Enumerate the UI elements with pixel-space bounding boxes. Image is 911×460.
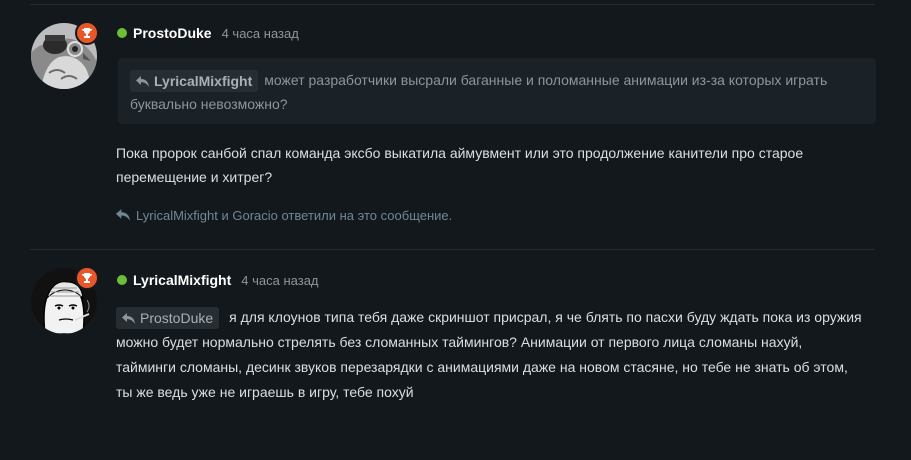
mention-name: ProstoDuke bbox=[140, 310, 214, 327]
post-header: LyricalMixfight 4 часа назад bbox=[117, 272, 319, 288]
quote-author: LyricalMixfight bbox=[154, 73, 253, 90]
mention-link[interactable]: ProstoDuke bbox=[116, 307, 220, 330]
replies-summary[interactable]: LyricalMixfight и Goracio ответили на эт… bbox=[116, 206, 452, 224]
post-lyricalmixfight: LyricalMixfight 4 часа назад ProstoDuke … bbox=[0, 250, 911, 460]
trophy-badge-icon bbox=[75, 21, 99, 45]
online-status-icon bbox=[117, 275, 127, 285]
reply-arrow-icon bbox=[122, 312, 135, 324]
post-timestamp[interactable]: 4 часа назад bbox=[241, 273, 318, 288]
post-text: я для клоунов типа тебя даже скриншот пр… bbox=[116, 309, 862, 400]
post-timestamp[interactable]: 4 часа назад bbox=[222, 26, 299, 41]
username-link[interactable]: ProstoDuke bbox=[133, 25, 212, 41]
quote-block: LyricalMixfight может разработчики высра… bbox=[118, 58, 876, 124]
post-body: Пока пророк санбой спал команда эксбо вы… bbox=[116, 145, 804, 185]
quote-author-link[interactable]: LyricalMixfight bbox=[130, 70, 259, 93]
reply-arrow-icon bbox=[136, 75, 149, 87]
post-prostoduke: ProstoDuke 4 часа назад LyricalMixfight … bbox=[0, 0, 911, 248]
username-link[interactable]: LyricalMixfight bbox=[133, 272, 231, 288]
avatar-prostoduke[interactable] bbox=[31, 21, 99, 89]
online-status-icon bbox=[117, 28, 127, 38]
reply-arrow-icon bbox=[116, 209, 130, 221]
avatar-lyricalmixfight[interactable] bbox=[31, 266, 99, 334]
trophy-badge-icon bbox=[75, 266, 99, 290]
replies-text: LyricalMixfight и Goracio ответили на эт… bbox=[136, 207, 453, 223]
post-header: ProstoDuke 4 часа назад bbox=[117, 25, 299, 41]
post-body: ProstoDuke я для клоунов типа тебя даже … bbox=[116, 305, 866, 405]
